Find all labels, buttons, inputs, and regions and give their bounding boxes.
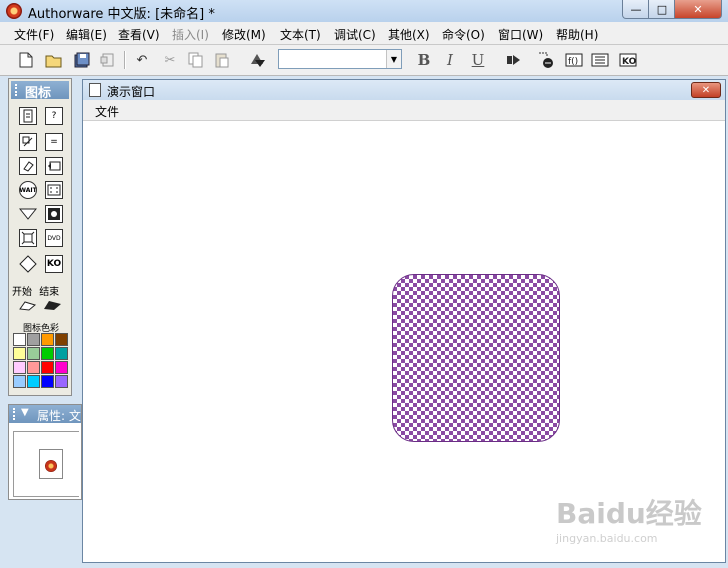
menu-debug[interactable]: 调试(C)	[334, 26, 376, 43]
erase-icon[interactable]	[19, 157, 37, 175]
menu-insert[interactable]: 插入(I)	[172, 26, 209, 43]
knowledge-objects-icon[interactable]: KO	[618, 50, 638, 70]
icon-palette-header[interactable]: 图标	[11, 81, 69, 101]
start-flag-icon[interactable]	[19, 299, 37, 314]
run-icon[interactable]	[504, 50, 524, 70]
calculate-icon[interactable]: =	[45, 133, 63, 151]
color-swatch-light-blue[interactable]	[13, 375, 26, 388]
maximize-button[interactable]: □	[648, 0, 676, 19]
start-flag-label: 开始	[12, 287, 32, 298]
wait-icon[interactable]: WAIT	[19, 181, 37, 199]
color-swatch-magenta[interactable]	[55, 361, 68, 374]
menu-window[interactable]: 窗口(W)	[498, 26, 543, 43]
menu-modify[interactable]: 修改(M)	[222, 26, 266, 43]
motion-icon[interactable]	[19, 133, 37, 151]
import-icon[interactable]	[98, 50, 118, 70]
save-all-icon[interactable]	[72, 50, 92, 70]
navigate-icon[interactable]	[45, 181, 63, 199]
color-swatch-teal[interactable]	[55, 347, 68, 360]
decision-icon[interactable]	[19, 205, 37, 223]
authorware-app-icon[interactable]	[6, 3, 22, 19]
undo-icon[interactable]: ↶	[132, 50, 152, 70]
presentation-window-title-bar[interactable]: 演示窗口 ✕	[83, 80, 725, 100]
bold-button[interactable]: B	[414, 50, 434, 70]
display-icon[interactable]	[19, 107, 37, 125]
presentation-window-icon	[89, 83, 101, 97]
interaction-icon[interactable]: ?	[45, 107, 63, 125]
color-swatch-white[interactable]	[13, 333, 26, 346]
color-swatch-gray[interactable]	[27, 333, 40, 346]
color-swatch-brown[interactable]	[55, 333, 68, 346]
baidu-watermark-url: jingyan.baidu.com	[556, 532, 658, 545]
svg-text:KO: KO	[622, 57, 637, 67]
menu-commands[interactable]: 命令(O)	[442, 26, 485, 43]
new-icon[interactable]	[16, 50, 36, 70]
window-title: Authorware 中文版: [未命名] *	[28, 7, 215, 22]
presentation-close-button[interactable]: ✕	[691, 82, 721, 98]
presentation-window-title: 演示窗口	[107, 85, 156, 99]
copy-icon[interactable]	[186, 50, 206, 70]
end-flag-icon[interactable]	[43, 299, 63, 314]
svg-text:f(): f()	[568, 57, 578, 67]
control-panel-icon[interactable]	[536, 50, 556, 70]
grip-handle-icon[interactable]	[13, 408, 19, 420]
presentation-menu-file[interactable]: 文件	[95, 103, 119, 120]
color-swatch-salmon[interactable]	[27, 361, 40, 374]
start-end-labels: 开始 结束	[12, 283, 59, 298]
framework-icon[interactable]	[19, 229, 37, 247]
presentation-window: 演示窗口 ✕ 文件	[82, 79, 726, 563]
functions-icon[interactable]: f()	[564, 50, 584, 70]
menu-view[interactable]: 查看(V)	[118, 26, 160, 43]
color-swatch-orange[interactable]	[41, 333, 54, 346]
variables-icon[interactable]	[590, 50, 610, 70]
digital-movie-icon[interactable]	[45, 205, 63, 223]
color-swatch-sage[interactable]	[27, 347, 40, 360]
dvd-icon[interactable]: DVD	[45, 229, 63, 247]
font-select[interactable]: ▼	[278, 49, 402, 69]
color-swatch-blue[interactable]	[41, 375, 54, 388]
italic-button[interactable]: I	[440, 50, 460, 70]
baidu-watermark: Baidu经验	[556, 497, 702, 530]
checkered-rounded-rectangle[interactable]	[392, 274, 560, 442]
underline-button[interactable]: U	[468, 50, 488, 70]
color-swatch-purple[interactable]	[55, 375, 68, 388]
map-icon[interactable]	[45, 157, 63, 175]
properties-header[interactable]: ▼ 属性: 文	[9, 405, 81, 423]
presentation-menu-bar: 文件	[83, 100, 725, 120]
toolbar: ↶ ✂ ▼ B I U f() KO	[0, 45, 728, 76]
title-bar: Authorware 中文版: [未命名] * — □ ✕	[0, 0, 728, 22]
file-icon	[39, 449, 63, 479]
collapse-arrow-icon[interactable]: ▼	[21, 407, 29, 418]
icon-palette-title: 图标	[25, 86, 52, 101]
end-flag-label: 结束	[39, 287, 60, 298]
properties-title: 属性: 文	[37, 409, 81, 423]
paste-icon[interactable]	[212, 50, 232, 70]
menu-edit[interactable]: 编辑(E)	[66, 26, 107, 43]
grip-handle-icon[interactable]	[15, 84, 21, 96]
menu-other[interactable]: 其他(X)	[388, 26, 430, 43]
cut-icon[interactable]: ✂	[160, 50, 180, 70]
sound-icon[interactable]	[19, 255, 37, 273]
color-swatch-red[interactable]	[41, 361, 54, 374]
toolbar-separator	[124, 51, 126, 69]
find-icon[interactable]	[248, 50, 268, 70]
icon-palette: 图标 ? = WAIT DVD KO 开始 结束 图标色彩	[8, 78, 72, 396]
menu-help[interactable]: 帮助(H)	[556, 26, 598, 43]
menu-bar: 文件(F) 编辑(E) 查看(V) 插入(I) 修改(M) 文本(T) 调试(C…	[0, 22, 728, 45]
color-swatch-pink[interactable]	[13, 361, 26, 374]
minimize-button[interactable]: —	[622, 0, 650, 19]
close-button[interactable]: ✕	[674, 0, 722, 19]
color-swatch-yellow[interactable]	[13, 347, 26, 360]
knowledge-object-icon[interactable]: KO	[45, 255, 63, 273]
menu-file[interactable]: 文件(F)	[14, 26, 54, 43]
menu-text[interactable]: 文本(T)	[280, 26, 321, 43]
open-icon[interactable]	[44, 50, 64, 70]
chevron-down-icon[interactable]: ▼	[386, 50, 401, 68]
color-swatch-green[interactable]	[41, 347, 54, 360]
properties-panel: ▼ 属性: 文	[8, 404, 82, 500]
color-swatch-cyan[interactable]	[27, 375, 40, 388]
